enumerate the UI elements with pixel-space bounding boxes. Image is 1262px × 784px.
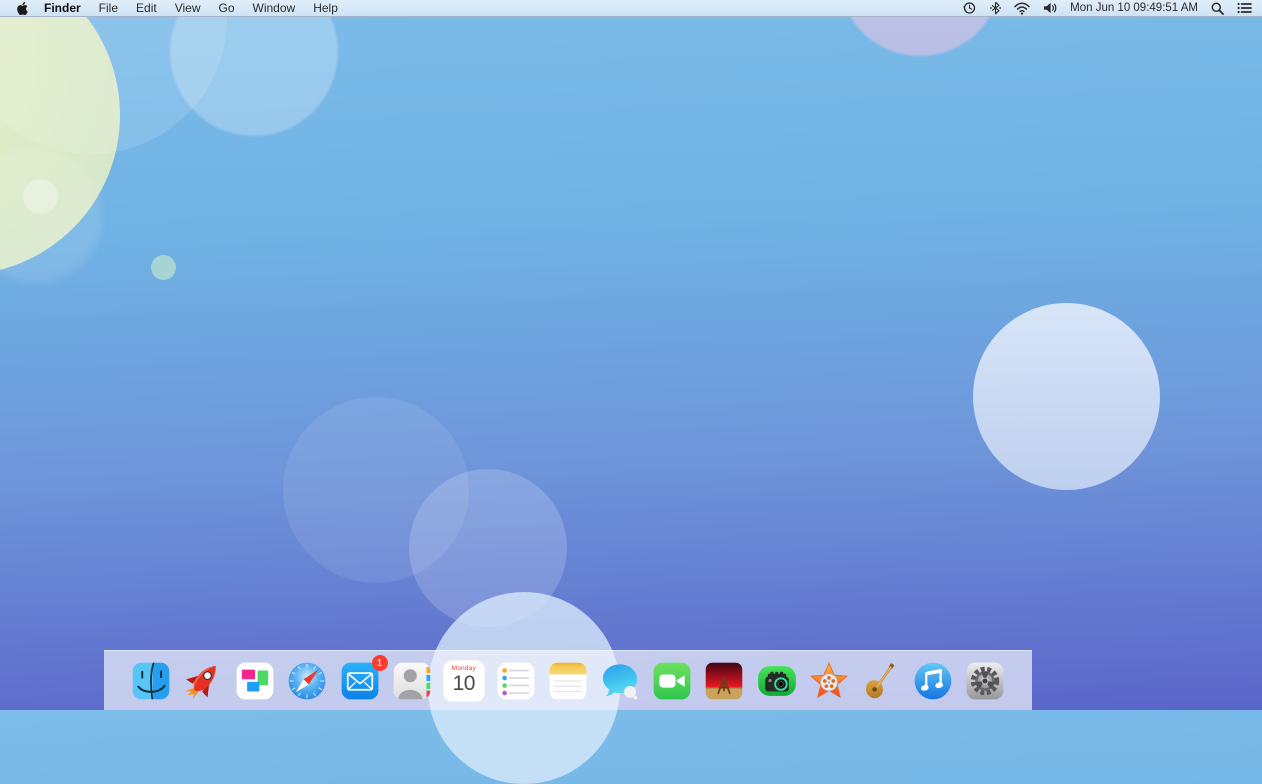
calendar-icon: Monday 10 (443, 660, 485, 702)
volume-icon[interactable] (1043, 2, 1057, 14)
dock-item-notes[interactable] (547, 660, 589, 702)
dock-item-contacts[interactable] (391, 660, 433, 702)
photo-booth-camera-icon (756, 660, 798, 702)
menu-item-file[interactable]: File (90, 0, 127, 16)
app-menu-finder[interactable]: Finder (35, 0, 90, 16)
contacts-icon (391, 660, 433, 702)
mail-badge: 1 (372, 655, 388, 671)
music-note-icon (912, 660, 954, 702)
dock-item-launchpad[interactable] (182, 660, 224, 702)
notes-icon (547, 660, 589, 702)
wallpaper-bubble (170, 0, 338, 136)
wallpaper-bubble (0, 148, 103, 283)
menu-bar-clock[interactable]: Mon Jun 10 09:49:51 AM (1070, 2, 1198, 14)
spotlight-icon[interactable] (1211, 2, 1224, 15)
notification-center-icon[interactable] (1237, 2, 1252, 14)
wallpaper-bubble (973, 303, 1160, 490)
menu-item-view[interactable]: View (166, 0, 210, 16)
calendar-day: 10 (453, 672, 475, 696)
menu-item-window[interactable]: Window (244, 0, 305, 16)
dock-item-calendar[interactable]: Monday 10 (443, 660, 485, 702)
dock-item-garageband[interactable] (860, 660, 902, 702)
wallpaper-bubble (0, 0, 227, 154)
menu-bar: Finder File Edit View Go Window Help Mon… (0, 0, 1262, 17)
wallpaper-bubble (23, 179, 58, 214)
keynote-easel-icon (703, 660, 745, 702)
dock-item-facetime[interactable] (651, 660, 693, 702)
guitar-icon (860, 660, 902, 702)
dock-item-photo-booth[interactable] (756, 660, 798, 702)
facetime-icon (651, 660, 693, 702)
wallpaper-bubble (283, 397, 469, 583)
dock-item-imovie[interactable] (808, 660, 850, 702)
wallpaper-bubble (151, 255, 176, 280)
safari-icon (286, 660, 328, 702)
wallpaper-bubble (0, 0, 120, 275)
dock-item-system-preferences[interactable] (964, 660, 1006, 702)
menu-item-edit[interactable]: Edit (127, 0, 166, 16)
wallpaper-bubble (409, 469, 567, 627)
bluetooth-icon[interactable] (990, 1, 1001, 15)
apple-menu[interactable] (10, 2, 35, 15)
wifi-icon[interactable] (1014, 2, 1030, 15)
dock: 1 (104, 650, 1032, 710)
reminders-icon (495, 660, 537, 702)
dock-item-reminders[interactable] (495, 660, 537, 702)
finder-icon (130, 660, 172, 702)
imovie-star-icon (808, 660, 850, 702)
time-machine-icon[interactable] (962, 1, 977, 15)
rocket-icon (182, 660, 224, 702)
dock-item-mail[interactable]: 1 (339, 660, 381, 702)
dock-item-finder[interactable] (130, 660, 172, 702)
gear-icon (964, 660, 1006, 702)
dock-item-keynote[interactable] (703, 660, 745, 702)
messages-bubble-icon (599, 660, 641, 702)
apple-icon (16, 2, 29, 15)
calendar-weekday: Monday (452, 665, 476, 672)
tiles-icon (234, 660, 276, 702)
dock-item-mission-control[interactable] (234, 660, 276, 702)
menu-item-help[interactable]: Help (304, 0, 347, 16)
menu-item-go[interactable]: Go (210, 0, 244, 16)
dock-item-itunes[interactable] (912, 660, 954, 702)
dock-item-messages[interactable] (599, 660, 641, 702)
dock-item-safari[interactable] (286, 660, 328, 702)
